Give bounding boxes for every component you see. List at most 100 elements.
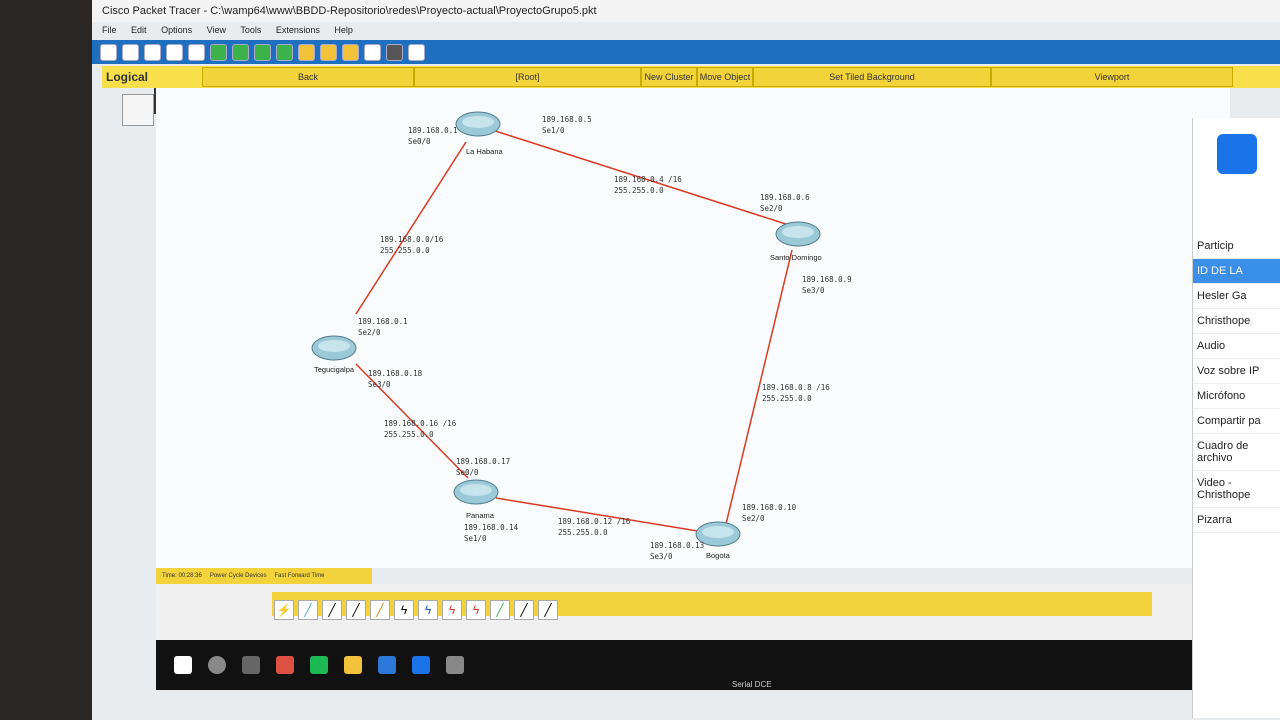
router-name: Tegucigalpa — [314, 365, 355, 374]
ip-label: 189.168.0.10 — [742, 503, 797, 512]
move-object-button[interactable]: Move Object — [697, 67, 753, 87]
menu-tools[interactable]: Tools — [240, 25, 261, 35]
copy-icon[interactable] — [210, 43, 227, 61]
fiber-cable-icon[interactable]: ╱ — [370, 600, 390, 620]
undo-icon[interactable] — [254, 43, 271, 61]
whiteboard-option[interactable]: Pizarra — [1193, 508, 1280, 533]
teamviewer-logo-icon — [1217, 134, 1257, 174]
root-button[interactable]: [Root] — [414, 67, 641, 87]
fast-forward-button[interactable]: Fast Forward Time — [275, 573, 325, 579]
interface-label: Se3/0 — [802, 286, 825, 295]
power-cycle-button[interactable]: Power Cycle Devices — [210, 573, 267, 579]
zoom-in-icon[interactable] — [298, 43, 315, 61]
time-display: Time: 00:28:36 — [162, 573, 202, 579]
teamviewer-side-panel: Particip ID DE LA Hesler Ga Christhope A… — [1192, 118, 1280, 718]
menu-file[interactable]: File — [102, 25, 117, 35]
menu-help[interactable]: Help — [334, 25, 353, 35]
id-label: ID DE LA — [1193, 259, 1280, 284]
new-cluster-button[interactable]: New Cluster — [641, 67, 697, 87]
back-button[interactable]: Back — [202, 67, 414, 87]
set-background-button[interactable]: Set Tiled Background — [753, 67, 991, 87]
zoom-reset-icon[interactable] — [320, 43, 337, 61]
realtime-bar: Time: 00:28:36 Power Cycle Devices Fast … — [156, 568, 372, 584]
share-header[interactable]: Compartir pa — [1193, 409, 1280, 434]
logical-workspace-bar: Logical Back [Root] New Cluster Move Obj… — [102, 66, 1280, 88]
interface-label: Se3/0 — [368, 380, 391, 389]
interface-label: Se2/0 — [358, 328, 381, 337]
phone-cable-icon[interactable]: ϟ — [394, 600, 414, 620]
new-file-icon[interactable] — [100, 43, 117, 61]
router-panama[interactable]: Panama — [453, 479, 499, 520]
router-santo-domingo[interactable]: Santo Domingo — [770, 221, 822, 262]
viewport-button[interactable]: Viewport — [991, 67, 1233, 87]
router-tegucigalpa[interactable]: Tegucigalpa — [311, 335, 357, 374]
interface-label: Se1/0 — [464, 534, 487, 543]
vscode-icon[interactable] — [378, 656, 396, 674]
network-label: 189.168.0.8 /16 — [762, 383, 830, 392]
palette-icon[interactable] — [364, 43, 381, 61]
link-habana-tegucigalpa[interactable] — [355, 141, 467, 315]
menu-view[interactable]: View — [207, 25, 226, 35]
menu-edit[interactable]: Edit — [131, 25, 147, 35]
network-label: 189.168.0.0/16 — [380, 235, 444, 244]
activity-wizard-icon[interactable] — [188, 43, 205, 61]
network-label: 189.168.0.4 /16 — [614, 175, 682, 184]
audio-header[interactable]: Audio — [1193, 334, 1280, 359]
ip-label: 189.168.0.18 — [368, 369, 423, 378]
print-icon[interactable] — [166, 43, 183, 61]
file-explorer-icon[interactable] — [344, 656, 362, 674]
octal-cable-icon[interactable]: ╱ — [490, 600, 510, 620]
zoom-out-icon[interactable] — [342, 43, 359, 61]
menu-extensions[interactable]: Extensions — [276, 25, 320, 35]
voip-option[interactable]: Voz sobre IP — [1193, 359, 1280, 384]
network-topology: La Habana Santo Domingo Tegucigalpa Pana… — [311, 111, 852, 561]
router-la-habana[interactable]: La Habana — [455, 111, 504, 156]
teamviewer-icon[interactable] — [412, 656, 430, 674]
spotify-icon[interactable] — [310, 656, 328, 674]
cloud-icon[interactable] — [408, 43, 425, 61]
usb-cable-icon[interactable]: ╱ — [538, 600, 558, 620]
video-option[interactable]: Video - Christhope — [1193, 471, 1280, 508]
crossover-cable-icon[interactable]: ╱ — [346, 600, 366, 620]
cluster-icon[interactable] — [122, 94, 154, 126]
participant-2[interactable]: Christhope — [1193, 309, 1280, 334]
redo-icon[interactable] — [276, 43, 293, 61]
router-name: Panama — [466, 511, 495, 520]
ip-label: 189.168.0.6 — [760, 193, 810, 202]
interface-label: Se3/0 — [650, 552, 673, 561]
menu-options[interactable]: Options — [161, 25, 192, 35]
serial-dte-cable-icon[interactable]: ϟ — [466, 600, 486, 620]
console-cable-icon[interactable]: ╱ — [298, 600, 318, 620]
interface-label: Se2/0 — [742, 514, 765, 523]
coaxial-cable-icon[interactable]: ϟ — [418, 600, 438, 620]
mask-label: 255.255.0.0 — [384, 430, 434, 439]
interface-label: Se2/0 — [760, 204, 783, 213]
paste-icon[interactable] — [232, 43, 249, 61]
search-icon[interactable] — [208, 656, 226, 674]
router-name: La Habana — [466, 147, 504, 156]
logical-label[interactable]: Logical — [102, 70, 202, 84]
custom-device-icon[interactable] — [386, 43, 403, 61]
microphone-option[interactable]: Micrófono — [1193, 384, 1280, 409]
screen: Cisco Packet Tracer - C:\wamp64\www\BBDD… — [92, 0, 1280, 720]
main-toolbar — [92, 40, 1280, 64]
ip-label: 189.168.0.13 — [650, 541, 704, 550]
open-file-icon[interactable] — [122, 43, 139, 61]
chrome-icon[interactable] — [276, 656, 294, 674]
participant-1[interactable]: Hesler Ga — [1193, 284, 1280, 309]
save-icon[interactable] — [144, 43, 161, 61]
interface-label: Se0/0 — [456, 468, 479, 477]
participants-header[interactable]: Particip — [1193, 234, 1280, 259]
serial-dce-cable-icon[interactable]: ϟ — [442, 600, 462, 620]
auto-cable-icon[interactable]: ⚡ — [274, 600, 294, 620]
cable-status: Serial DCE — [732, 680, 772, 689]
straight-cable-icon[interactable]: ╱ — [322, 600, 342, 620]
logical-workspace[interactable]: La Habana Santo Domingo Tegucigalpa Pana… — [156, 88, 1230, 568]
files-option[interactable]: Cuadro de archivo — [1193, 434, 1280, 471]
packet-tracer-icon[interactable] — [446, 656, 464, 674]
interface-label: Se1/0 — [542, 126, 565, 135]
iot-cable-icon[interactable]: ╱ — [514, 600, 534, 620]
windows-start-icon[interactable] — [174, 656, 192, 674]
task-view-icon[interactable] — [242, 656, 260, 674]
network-label: 189.168.0.12 /16 — [558, 517, 631, 526]
